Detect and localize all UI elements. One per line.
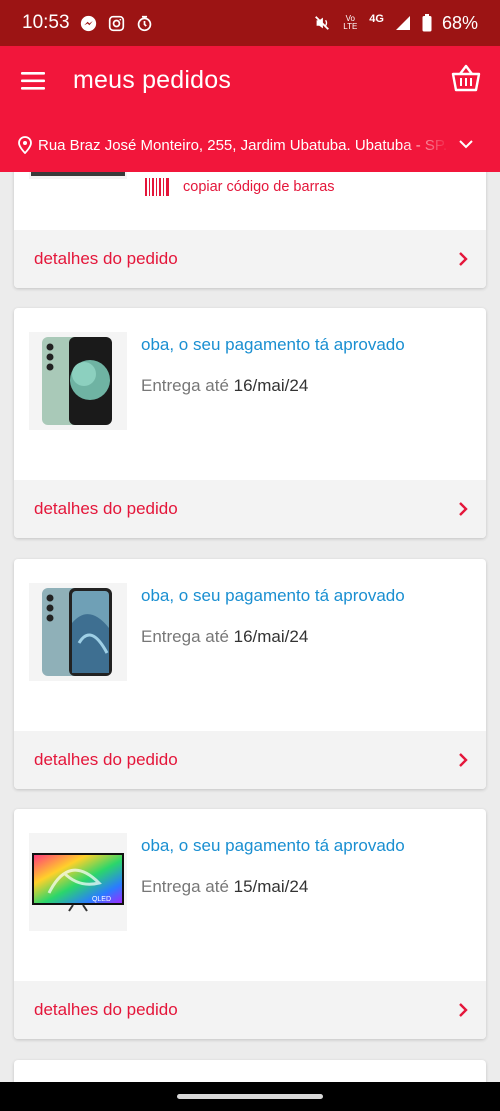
smartphone-blue-icon	[42, 588, 112, 676]
address-text: Rua Braz José Monteiro, 255, Jardim Ubat…	[38, 136, 450, 154]
home-gesture-handle[interactable]	[177, 1094, 323, 1099]
copy-barcode-button[interactable]: copiar código de barras	[145, 178, 335, 196]
orders-list[interactable]: copiar código de barras detalhes do pedi…	[0, 172, 500, 1082]
order-details-link[interactable]: detalhes do pedido	[14, 480, 486, 538]
location-pin-icon	[18, 136, 32, 154]
order-card: copiar código de barras detalhes do pedi…	[14, 172, 486, 288]
copy-barcode-label: copiar código de barras	[183, 179, 335, 195]
qled-tv-icon: QLED	[32, 853, 124, 912]
basket-icon[interactable]	[450, 62, 482, 94]
signal-icon	[394, 14, 412, 32]
status-time: 10:53	[22, 12, 70, 33]
order-details-label: detalhes do pedido	[34, 1000, 178, 1019]
instagram-icon	[108, 14, 126, 32]
delivery-estimate: Entrega até 16/mai/24	[141, 627, 308, 647]
product-image	[29, 172, 127, 179]
order-details-label: detalhes do pedido	[34, 249, 178, 268]
chevron-down-icon[interactable]	[458, 136, 474, 152]
order-card	[14, 1060, 486, 1082]
chevron-right-icon	[459, 1003, 468, 1017]
product-image	[29, 332, 127, 430]
delivery-prefix: Entrega até	[141, 877, 229, 896]
order-card: oba, o seu pagamento tá aprovado Entrega…	[14, 308, 486, 538]
order-card: oba, o seu pagamento tá aprovado Entrega…	[14, 559, 486, 789]
order-details-label: detalhes do pedido	[34, 750, 178, 769]
chevron-right-icon	[459, 502, 468, 516]
order-details-link[interactable]: detalhes do pedido	[14, 230, 486, 288]
timer-icon	[136, 14, 154, 32]
barcode-icon	[145, 178, 169, 196]
hamburger-menu-icon[interactable]	[20, 68, 46, 94]
delivery-address-bar[interactable]: Rua Braz José Monteiro, 255, Jardim Ubat…	[0, 118, 500, 172]
delivery-prefix: Entrega até	[141, 376, 229, 395]
chevron-right-icon	[459, 252, 468, 266]
page-title: meus pedidos	[73, 66, 232, 94]
order-details-label: detalhes do pedido	[34, 499, 178, 518]
network-4g-icon: 4G	[369, 13, 384, 25]
product-image: QLED	[29, 833, 127, 931]
order-details-link[interactable]: detalhes do pedido	[14, 731, 486, 789]
system-nav-bar	[0, 1082, 500, 1111]
qled-badge: QLED	[92, 896, 111, 903]
messenger-icon	[80, 14, 98, 32]
mute-vibrate-icon	[313, 14, 331, 32]
status-bar: 10:53 Vo LTE 4G 68%	[0, 0, 500, 46]
payment-status: oba, o seu pagamento tá aprovado	[141, 836, 405, 855]
payment-status: oba, o seu pagamento tá aprovado	[141, 586, 405, 605]
battery-icon	[422, 14, 432, 32]
delivery-date: 16/mai/24	[233, 376, 309, 395]
payment-status: oba, o seu pagamento tá aprovado	[141, 335, 405, 354]
delivery-date: 15/mai/24	[233, 877, 309, 896]
volte-icon: Vo LTE	[343, 14, 358, 31]
status-right: Vo LTE 4G 68%	[313, 13, 478, 34]
status-left: 10:53	[22, 12, 154, 34]
order-card: QLED oba, o seu pagamento tá aprovado En…	[14, 809, 486, 1039]
smartphone-green-icon	[42, 337, 112, 425]
delivery-date: 16/mai/24	[233, 627, 309, 646]
battery-percent: 68%	[441, 12, 478, 33]
delivery-estimate: Entrega até 16/mai/24	[141, 376, 308, 396]
app-bar: meus pedidos	[0, 46, 500, 118]
chevron-right-icon	[459, 753, 468, 767]
order-details-link[interactable]: detalhes do pedido	[14, 981, 486, 1039]
delivery-estimate: Entrega até 15/mai/24	[141, 877, 308, 897]
product-image	[29, 583, 127, 681]
delivery-prefix: Entrega até	[141, 627, 229, 646]
